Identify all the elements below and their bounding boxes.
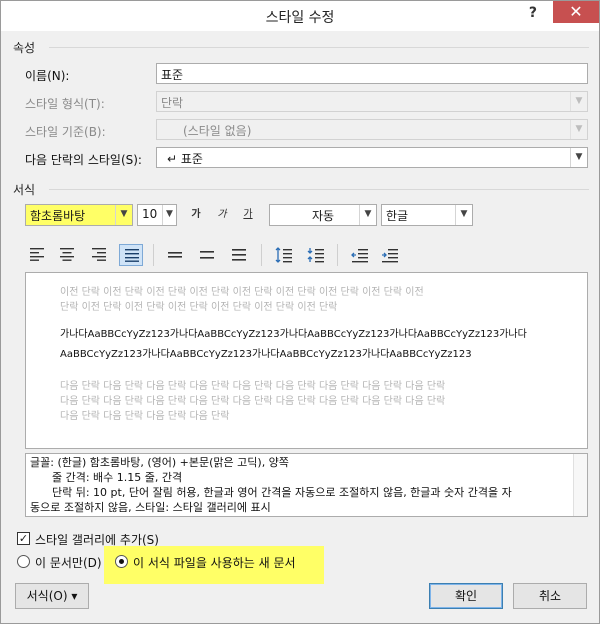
modify-style-dialog: 스타일 수정 ? ✕ 속성 이름(N): 표준 스타일 형식(T): 단락 ▼ … (0, 0, 600, 624)
one-half-spacing-icon (200, 251, 214, 259)
preview-line: AaBBCcYyZz123가나다AaBBCcYyZz123가나다AaBBCcYy… (60, 349, 472, 360)
preview-line: 단락 이전 단락 이전 단락 이전 단락 이전 단락 이전 단락 이전 단락 (60, 302, 338, 313)
font-size-select[interactable]: 10 ▼ (137, 204, 177, 226)
single-spacing-icon (168, 252, 182, 258)
formatting-divider (49, 189, 589, 190)
underline-button[interactable]: 가 (237, 204, 259, 226)
align-left-button[interactable] (25, 244, 49, 266)
next-paragraph-preview: 다음 단락 다음 단락 다음 단락 다음 단락 다음 단락 다음 단락 다음 단… (60, 379, 560, 424)
formatting-section-label: 서식 (13, 183, 36, 197)
increase-indent-button[interactable] (377, 244, 401, 266)
new-documents-radio[interactable] (115, 555, 128, 568)
chevron-down-icon: ▼ (359, 205, 376, 225)
align-center-button[interactable] (55, 244, 79, 266)
style-type-select[interactable]: 단락 ▼ (156, 91, 588, 112)
sample-text-preview: 가나다AaBBCcYyZz123가나다AaBBCcYyZz123가나다AaBBC… (60, 325, 560, 365)
preview-line: 가나다AaBBCcYyZz123가나다AaBBCcYyZz123가나다AaBBC… (60, 329, 527, 340)
one-half-spacing-button[interactable] (195, 244, 219, 266)
script-value: 한글 (386, 209, 409, 223)
next-style-value: ↵ 표준 (167, 152, 203, 166)
dialog-title: 스타일 수정 (265, 10, 335, 26)
previous-paragraph-preview: 이전 단락 이전 단락 이전 단락 이전 단락 이전 단락 이전 단락 이전 단… (60, 285, 560, 315)
script-select[interactable]: 한글 ▼ (381, 204, 473, 226)
justify-icon (125, 249, 139, 262)
description-line: 동으로 조절하지 않음, 스타일: 스타일 갤러리에 표시 (30, 501, 271, 514)
preview-line: 다음 단락 다음 단락 다음 단락 다음 단락 다음 단락 다음 단락 다음 단… (60, 381, 446, 392)
bold-button[interactable]: 가 (185, 204, 207, 226)
font-select[interactable]: 함초롬바탕 ▼ (25, 204, 133, 226)
based-on-value: (스타일 없음) (183, 124, 252, 138)
increase-spacing-button[interactable] (271, 244, 295, 266)
close-button[interactable]: ✕ (553, 1, 599, 23)
align-left-icon (30, 248, 44, 261)
new-documents-label: 이 서식 파일을 사용하는 새 문서 (133, 556, 296, 570)
increase-indent-icon (382, 249, 398, 263)
font-value: 함초롬바탕 (30, 209, 86, 223)
chevron-down-icon: ▼ (570, 92, 587, 111)
font-color-value: 자동 (311, 209, 335, 223)
title-bar: 스타일 수정 ? ✕ (1, 1, 599, 31)
description-line: 단락 뒤: 10 pt, 단어 잘림 허용, 한글과 영어 간격을 자동으로 조… (52, 486, 512, 499)
chevron-down-icon: ▼ (115, 205, 132, 225)
help-icon[interactable]: ? (529, 5, 537, 21)
style-type-value: 단락 (161, 96, 184, 110)
cancel-button[interactable]: 취소 (513, 583, 587, 609)
align-center-icon (60, 248, 74, 261)
decrease-indent-button[interactable] (347, 244, 371, 266)
name-label: 이름(N): (25, 69, 70, 83)
description-scrollbar[interactable] (573, 454, 587, 516)
toolbar-separator (337, 244, 338, 266)
properties-divider (49, 47, 589, 48)
only-this-document-radio[interactable] (17, 555, 30, 568)
font-color-select[interactable]: 자동 ▼ (269, 204, 377, 226)
next-style-label: 다음 단락의 스타일(S): (25, 153, 142, 167)
style-type-label: 스타일 형식(T): (25, 97, 105, 111)
chevron-down-icon: ▼ (162, 205, 176, 225)
description-line: 글꼴: (한글) 함초롬바탕, (영어) +본문(맑은 고딕), 양쪽 (30, 456, 289, 469)
double-spacing-icon (232, 249, 246, 261)
next-style-select[interactable]: ↵ 표준 ▼ (156, 147, 588, 168)
font-size-value: 10 (142, 207, 158, 221)
preview-line: 이전 단락 이전 단락 이전 단락 이전 단락 이전 단락 이전 단락 이전 단… (60, 287, 424, 298)
chevron-down-icon: ▼ (570, 148, 587, 167)
ok-button[interactable]: 확인 (429, 583, 503, 609)
chevron-down-icon: ▼ (570, 120, 587, 139)
toolbar-separator (153, 244, 154, 266)
toolbar-separator (261, 244, 262, 266)
chevron-down-icon: ▼ (455, 205, 472, 225)
justify-button[interactable] (119, 244, 143, 266)
style-description: 글꼴: (한글) 함초롬바탕, (영어) +본문(맑은 고딕), 양쪽 줄 간격… (25, 453, 588, 517)
italic-button[interactable]: 가 (211, 204, 233, 226)
decrease-indent-icon (351, 249, 368, 263)
increase-paragraph-spacing-icon (275, 247, 292, 263)
based-on-label: 스타일 기준(B): (25, 125, 106, 139)
based-on-select[interactable]: (스타일 없음) ▼ (156, 119, 588, 140)
name-input[interactable]: 표준 (156, 63, 588, 84)
only-this-document-label: 이 문서만(D) (35, 556, 102, 570)
align-right-button[interactable] (87, 244, 111, 266)
decrease-paragraph-spacing-icon (307, 248, 324, 263)
align-right-icon (92, 248, 106, 261)
single-spacing-button[interactable] (163, 244, 187, 266)
decrease-spacing-button[interactable] (303, 244, 327, 266)
properties-section-label: 속성 (13, 41, 36, 55)
format-menu-button[interactable]: 서식(O) ▾ (15, 583, 89, 609)
double-spacing-button[interactable] (227, 244, 251, 266)
preview-line: 다음 단락 다음 단락 다음 단락 다음 단락 (60, 411, 230, 422)
add-to-gallery-checkbox[interactable]: ✓ (17, 532, 30, 545)
style-preview: 이전 단락 이전 단락 이전 단락 이전 단락 이전 단락 이전 단락 이전 단… (25, 272, 588, 449)
description-line: 줄 간격: 배수 1.15 줄, 간격 (52, 471, 183, 484)
preview-line: 다음 단락 다음 단락 다음 단락 다음 단락 다음 단락 다음 단락 다음 단… (60, 396, 446, 407)
